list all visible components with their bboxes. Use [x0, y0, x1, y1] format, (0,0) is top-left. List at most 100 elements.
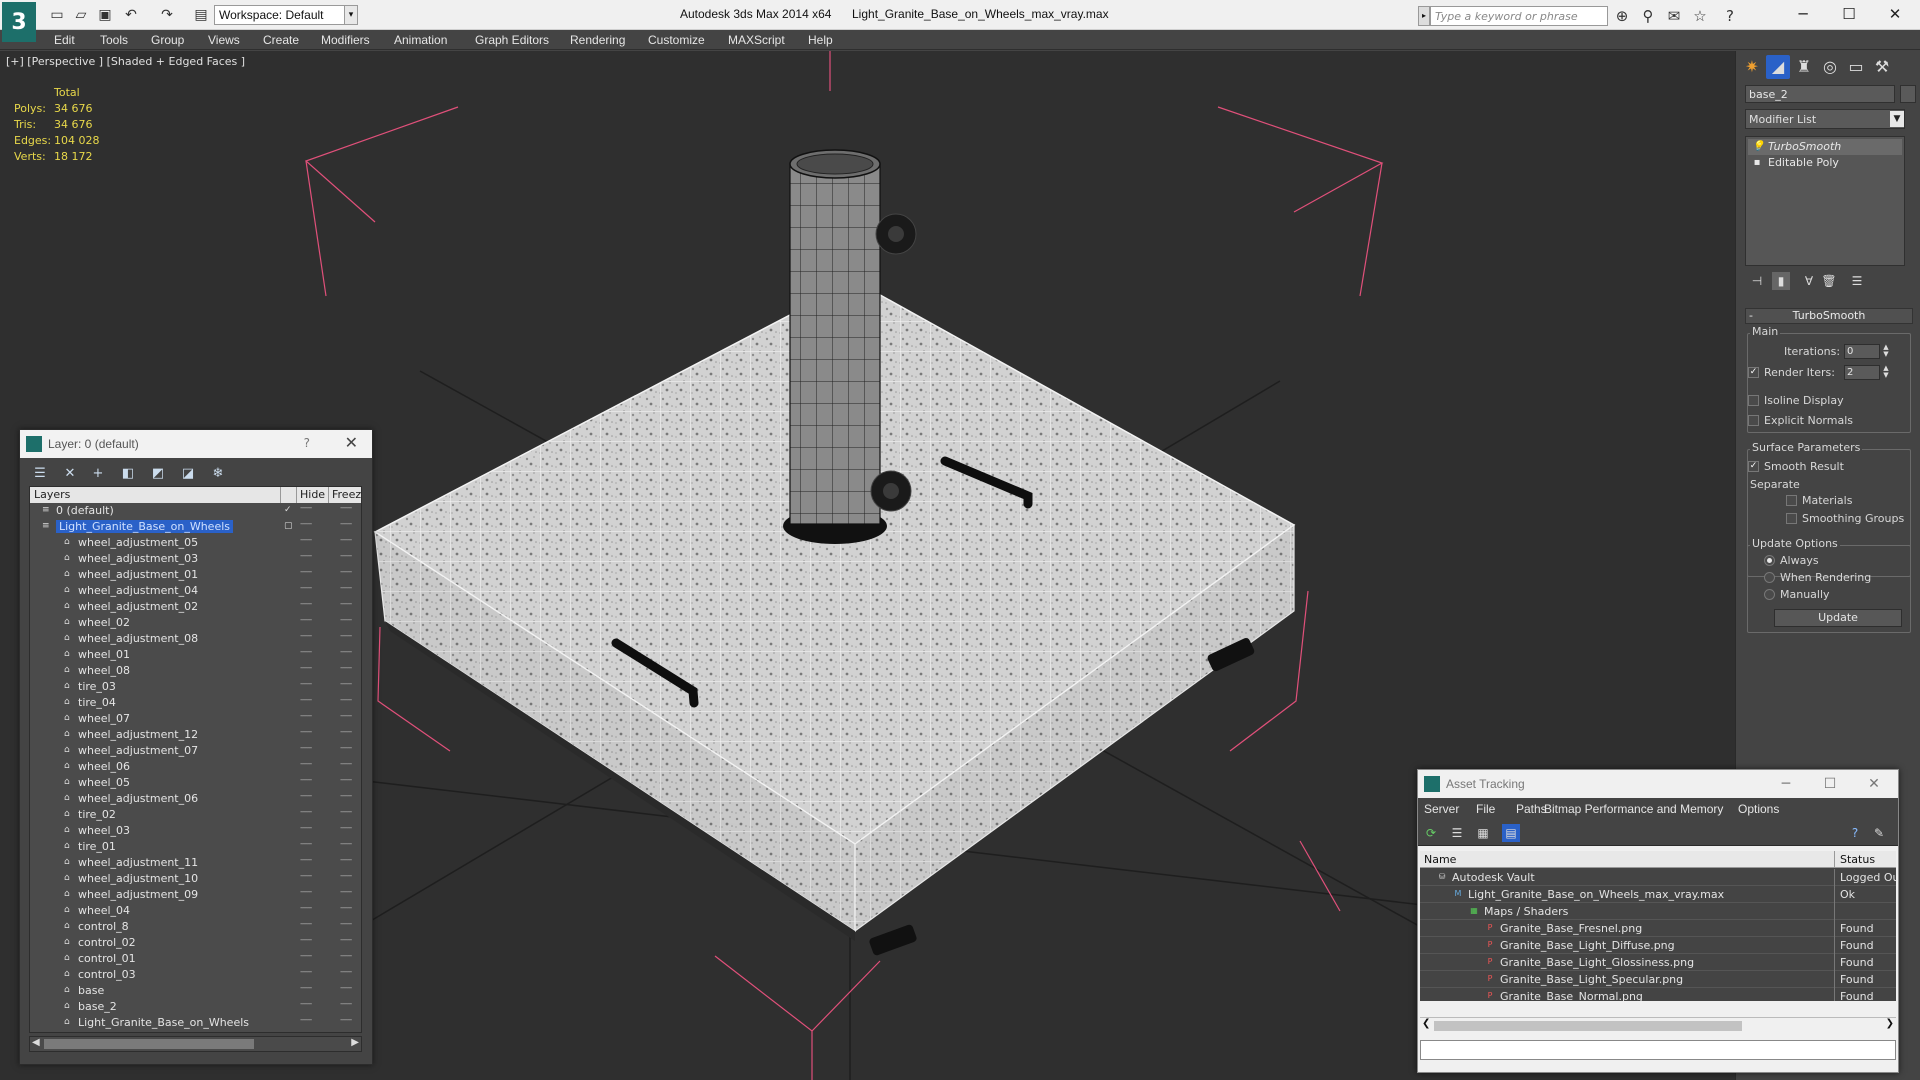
- new-file-icon[interactable]: ▭: [48, 6, 66, 24]
- scrollbar-thumb[interactable]: [1434, 1021, 1742, 1031]
- scroll-right-icon[interactable]: ▶: [351, 1037, 359, 1048]
- viewport-label[interactable]: [+] [Perspective ] [Shaded + Edged Faces…: [6, 55, 245, 68]
- hide-toggle[interactable]: -----: [300, 1015, 312, 1025]
- layers-column-header[interactable]: Layers: [34, 488, 70, 501]
- refresh-icon[interactable]: ⟳: [1422, 824, 1440, 842]
- hide-toggle[interactable]: -----: [300, 775, 312, 785]
- layer-row[interactable]: ≡ 0 (default) ✓ ----- -----: [30, 503, 361, 519]
- object-row[interactable]: ⌂ tire_02 ----- -----: [30, 807, 361, 823]
- object-row[interactable]: ⌂ tire_01 ----- -----: [30, 839, 361, 855]
- asset-row[interactable]: P Granite_Base_Normal.png Found: [1420, 988, 1896, 1001]
- freeze-toggle[interactable]: -----: [340, 823, 352, 833]
- smooth-result-checkbox[interactable]: ✓: [1748, 461, 1759, 472]
- current-layer-check-icon[interactable]: ✓: [284, 505, 294, 516]
- create-tab-icon[interactable]: ✷: [1740, 55, 1764, 79]
- object-row[interactable]: ⌂ wheel_adjustment_06 ----- -----: [30, 791, 361, 807]
- asset-window-titlebar[interactable]: Asset Tracking ─ ☐ ✕: [1418, 770, 1898, 798]
- freeze-toggle[interactable]: -----: [340, 631, 352, 641]
- freeze-toggle[interactable]: -----: [340, 935, 352, 945]
- object-row[interactable]: ⌂ wheel_adjustment_05 ----- -----: [30, 535, 361, 551]
- menu-edit[interactable]: Edit: [54, 33, 75, 47]
- highlight-layer-icon[interactable]: ◩: [148, 464, 168, 484]
- scroll-left-icon[interactable]: ❮: [1422, 1018, 1430, 1029]
- freeze-toggle[interactable]: -----: [340, 871, 352, 881]
- freeze-toggle[interactable]: -----: [340, 887, 352, 897]
- asset-row[interactable]: P Granite_Base_Light_Specular.png Found: [1420, 971, 1896, 988]
- hide-toggle[interactable]: -----: [300, 823, 312, 833]
- search-input[interactable]: Type a keyword or phrase: [1430, 6, 1608, 26]
- hide-toggle[interactable]: -----: [300, 743, 312, 753]
- select-objects-icon[interactable]: ◧: [118, 464, 138, 484]
- menu-create[interactable]: Create: [263, 33, 299, 47]
- object-row[interactable]: ⌂ wheel_adjustment_08 ----- -----: [30, 631, 361, 647]
- close-button[interactable]: ✕: [1872, 0, 1918, 30]
- stack-item-editable-poly[interactable]: ▪ Editable Poly: [1748, 155, 1902, 171]
- turbosmooth-rollout-header[interactable]: - TurboSmooth: [1745, 308, 1913, 324]
- freeze-toggle[interactable]: -----: [340, 903, 352, 913]
- layer-list[interactable]: Layers Hide Freeze ≡ 0 (default) ✓ ----- ---…: [29, 486, 362, 1033]
- menu-tools[interactable]: Tools: [100, 33, 128, 47]
- menu-graph-editors[interactable]: Graph Editors: [475, 33, 549, 47]
- object-row[interactable]: ⌂ tire_04 ----- -----: [30, 695, 361, 711]
- spinner-arrows-icon[interactable]: ▲ ▼: [1882, 344, 1890, 359]
- maximize-button[interactable]: ☐: [1826, 0, 1872, 30]
- hide-toggle[interactable]: -----: [300, 903, 312, 913]
- freeze-toggle[interactable]: -----: [340, 679, 352, 689]
- expand-plus-icon[interactable]: ▪: [1752, 157, 1762, 169]
- search-expand-button[interactable]: ▸: [1418, 6, 1430, 26]
- hide-toggle[interactable]: -----: [300, 519, 312, 529]
- object-row[interactable]: ⌂ wheel_adjustment_04 ----- -----: [30, 583, 361, 599]
- undo-icon[interactable]: ↶: [122, 6, 140, 24]
- explicit-normals-checkbox[interactable]: [1748, 415, 1759, 426]
- freeze-toggle[interactable]: -----: [340, 967, 352, 977]
- menu-maxscript[interactable]: MAXScript: [728, 33, 785, 47]
- minimize-button[interactable]: ─: [1768, 772, 1804, 796]
- asset-menu-options[interactable]: Options: [1738, 802, 1779, 816]
- context-help-icon[interactable]: ✎: [1870, 824, 1888, 842]
- hide-toggle[interactable]: -----: [300, 567, 312, 577]
- hide-toggle[interactable]: -----: [300, 871, 312, 881]
- object-row[interactable]: ⌂ wheel_03 ----- -----: [30, 823, 361, 839]
- freeze-toggle[interactable]: -----: [340, 663, 352, 673]
- add-to-layer-icon[interactable]: +: [88, 464, 108, 484]
- asset-menu-bitmap[interactable]: Bitmap Performance and Memory: [1544, 802, 1723, 816]
- object-row[interactable]: ⌂ wheel_02 ----- -----: [30, 615, 361, 631]
- asset-menu-paths[interactable]: Paths: [1516, 802, 1547, 816]
- freeze-toggle[interactable]: -----: [340, 839, 352, 849]
- object-row[interactable]: ⌂ control_02 ----- -----: [30, 935, 361, 951]
- object-row[interactable]: ⌂ wheel_04 ----- -----: [30, 903, 361, 919]
- workspace-dropdown-button[interactable]: ▾: [344, 5, 358, 25]
- always-radio[interactable]: [1764, 555, 1775, 566]
- freeze-toggle[interactable]: -----: [340, 647, 352, 657]
- project-folder-icon[interactable]: ▤: [192, 6, 210, 24]
- hide-toggle[interactable]: -----: [300, 599, 312, 609]
- asset-table[interactable]: Name Status ⛁ Autodesk Vault Logged Ou M Lig…: [1420, 851, 1896, 1001]
- asset-row[interactable]: P Granite_Base_Fresnel.png Found: [1420, 920, 1896, 937]
- object-row[interactable]: ⌂ wheel_adjustment_03 ----- -----: [30, 551, 361, 567]
- thumbnail-view-icon[interactable]: ▦: [1474, 824, 1492, 842]
- freeze-toggle[interactable]: -----: [340, 743, 352, 753]
- object-row[interactable]: ⌂ wheel_06 ----- -----: [30, 759, 361, 775]
- object-row[interactable]: ⌂ wheel_adjustment_12 ----- -----: [30, 727, 361, 743]
- freeze-all-icon[interactable]: ❄: [208, 464, 228, 484]
- object-row[interactable]: ⌂ wheel_adjustment_02 ----- -----: [30, 599, 361, 615]
- hide-toggle[interactable]: -----: [300, 791, 312, 801]
- scroll-left-icon[interactable]: ◀: [32, 1037, 40, 1048]
- object-row[interactable]: ⌂ wheel_adjustment_07 ----- -----: [30, 743, 361, 759]
- stack-item-turbosmooth[interactable]: 💡 TurboSmooth: [1748, 139, 1902, 155]
- asset-row[interactable]: ⛁ Autodesk Vault Logged Ou: [1420, 869, 1896, 886]
- freeze-toggle[interactable]: -----: [340, 999, 352, 1009]
- hide-toggle[interactable]: -----: [300, 919, 312, 929]
- remove-modifier-icon[interactable]: 🗑: [1820, 272, 1838, 290]
- hide-toggle[interactable]: -----: [300, 535, 312, 545]
- freeze-toggle[interactable]: -----: [340, 567, 352, 577]
- freeze-toggle[interactable]: -----: [340, 535, 352, 545]
- freeze-toggle[interactable]: -----: [340, 855, 352, 865]
- hide-toggle[interactable]: -----: [300, 631, 312, 641]
- object-row[interactable]: ⌂ base ----- -----: [30, 983, 361, 999]
- hide-all-icon[interactable]: ◪: [178, 464, 198, 484]
- menu-views[interactable]: Views: [208, 33, 240, 47]
- communication-icon[interactable]: ✉: [1664, 6, 1684, 26]
- menu-help[interactable]: Help: [808, 33, 833, 47]
- object-color-swatch[interactable]: [1900, 85, 1916, 103]
